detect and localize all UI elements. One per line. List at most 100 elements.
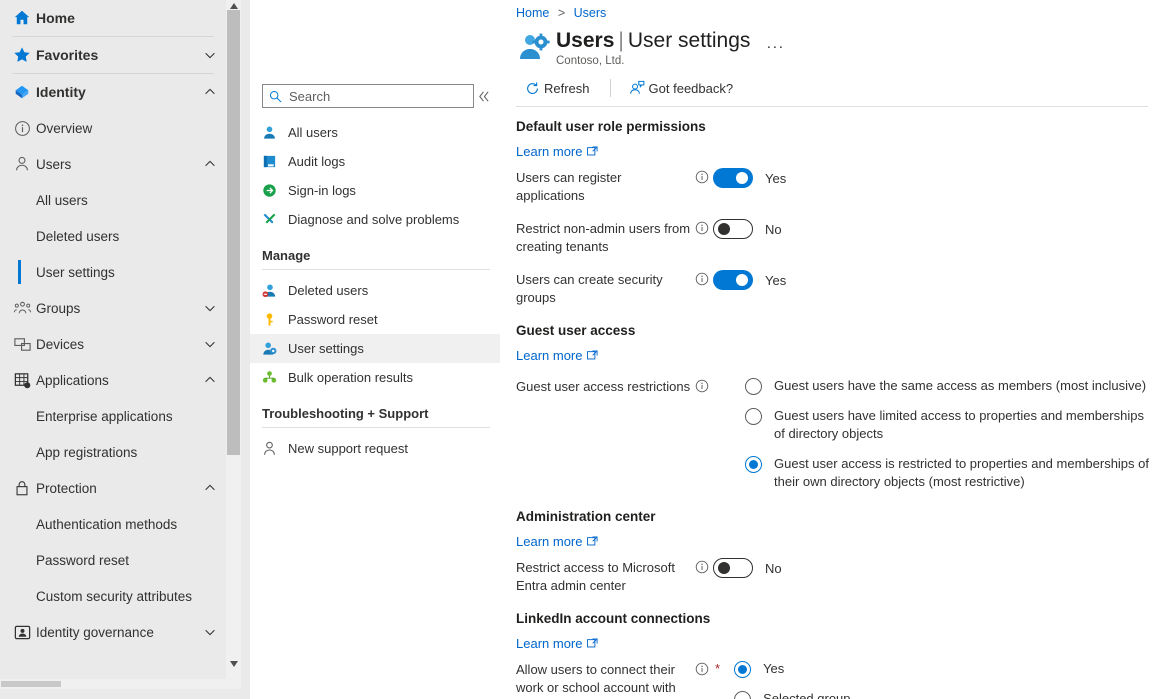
sidebar-item-label: Identity governance xyxy=(36,625,194,640)
sidebar-item-label: Overview xyxy=(36,121,226,136)
toggle-restrict-non-admin-users[interactable] xyxy=(713,219,753,239)
radio-button[interactable] xyxy=(745,408,762,425)
breadcrumb-home-link[interactable]: Home xyxy=(516,6,549,20)
snav-item-deleted-users[interactable]: Deleted users xyxy=(250,276,500,305)
sidebar-subitem-password-reset[interactable]: Password reset xyxy=(0,542,226,578)
learn-more-link-linkedin[interactable]: Learn more xyxy=(516,636,598,651)
sidebar-item-overview[interactable]: Overview xyxy=(0,110,226,146)
snav-item-label: New support request xyxy=(288,441,408,456)
sidebar-item-label: Enterprise applications xyxy=(36,409,173,424)
snav-group-title-manage: Manage xyxy=(250,234,500,267)
sidebar-subitem-all-users[interactable]: All users xyxy=(0,182,226,218)
scroll-down-arrow-icon[interactable] xyxy=(226,658,241,670)
radio-option-limited-access[interactable]: Guest users have limited access to prope… xyxy=(745,407,1158,443)
radio-button[interactable] xyxy=(734,661,751,678)
sidebar-subitem-custom-security-attributes[interactable]: Custom security attributes xyxy=(0,578,226,614)
sidebar-item-devices[interactable]: Devices xyxy=(0,326,226,362)
sidebar-item-favorites[interactable]: Favorites xyxy=(0,37,226,73)
sidebar-item-identity-governance[interactable]: Identity governance xyxy=(0,614,226,650)
key-icon xyxy=(262,312,288,327)
chevron-down-icon[interactable] xyxy=(194,301,226,315)
info-icon[interactable] xyxy=(691,377,713,393)
chevron-down-icon[interactable] xyxy=(194,48,226,62)
snav-item-diagnose-and-solve-problems[interactable]: Diagnose and solve problems xyxy=(250,205,500,234)
radio-option-most-restrictive[interactable]: Guest user access is restricted to prope… xyxy=(745,455,1158,491)
sidebar-vertical-scrollbar[interactable] xyxy=(226,0,241,689)
sidebar-subitem-authentication-methods[interactable]: Authentication methods xyxy=(0,506,226,542)
page-title-thin: User settings xyxy=(628,29,751,52)
chevron-down-icon[interactable] xyxy=(194,337,226,351)
sidebar-item-identity[interactable]: Identity xyxy=(0,74,226,110)
double-chevron-left-icon[interactable] xyxy=(474,90,492,103)
radio-button[interactable] xyxy=(745,456,762,473)
primary-sidebar: Home Favorites xyxy=(0,0,250,699)
audit-log-icon xyxy=(262,154,288,169)
toggle-restrict-access-to-entra-admin-center[interactable] xyxy=(713,558,753,578)
toggle-users-can-register-applications[interactable] xyxy=(713,168,753,188)
radio-option-linkedin-selected-group[interactable]: Selected group xyxy=(734,690,850,699)
radio-button[interactable] xyxy=(734,691,751,699)
search-box[interactable] xyxy=(262,84,474,108)
snav-item-password-reset[interactable]: Password reset xyxy=(250,305,500,334)
sidebar-subitem-app-registrations[interactable]: App registrations xyxy=(0,434,226,470)
info-icon[interactable] xyxy=(691,660,713,676)
sidebar-horizontal-scrollbar[interactable] xyxy=(0,679,226,689)
chevron-up-icon[interactable] xyxy=(194,481,226,495)
sidebar-vertical-scroll-thumb[interactable] xyxy=(227,10,240,455)
radio-button[interactable] xyxy=(745,378,762,395)
chevron-up-icon[interactable] xyxy=(194,85,226,99)
got-feedback-button[interactable]: Got feedback? xyxy=(621,74,744,102)
home-icon xyxy=(8,9,36,27)
radio-option-same-access-as-members[interactable]: Guest users have the same access as memb… xyxy=(745,377,1158,395)
snav-item-audit-logs[interactable]: Audit logs xyxy=(250,147,500,176)
sidebar-subitem-deleted-users[interactable]: Deleted users xyxy=(0,218,226,254)
snav-item-all-users[interactable]: All users xyxy=(250,118,500,147)
setting-row-restrict-access-to-entra-admin-center: Restrict access to Microsoft Entra admin… xyxy=(516,558,1158,595)
more-options-button[interactable]: ··· xyxy=(766,28,784,55)
sidebar-item-applications[interactable]: Applications xyxy=(0,362,226,398)
sidebar-item-home[interactable]: Home xyxy=(0,0,226,36)
setting-row-users-can-create-security-groups: Users can create security groups Yes xyxy=(516,270,1158,307)
snav-item-sign-in-logs[interactable]: Sign-in logs xyxy=(250,176,500,205)
snav-item-user-settings[interactable]: User settings xyxy=(250,334,500,363)
info-icon[interactable] xyxy=(691,168,713,184)
sidebar-item-label: Devices xyxy=(36,337,194,352)
external-link-icon xyxy=(587,638,598,649)
setting-label: Guest user access restrictions xyxy=(516,377,691,396)
learn-more-link-default-user-role[interactable]: Learn more xyxy=(516,144,598,159)
got-feedback-label: Got feedback? xyxy=(649,81,734,96)
chevron-down-icon[interactable] xyxy=(194,625,226,639)
sidebar-item-groups[interactable]: Groups xyxy=(0,290,226,326)
toggle-value: Yes xyxy=(765,273,786,288)
breadcrumb-separator: > xyxy=(558,6,565,20)
chevron-up-icon[interactable] xyxy=(194,157,226,171)
info-icon[interactable] xyxy=(691,219,713,235)
learn-more-link-administration-center[interactable]: Learn more xyxy=(516,534,598,549)
learn-more-link-guest-user-access[interactable]: Learn more xyxy=(516,348,598,363)
sidebar-subitem-enterprise-applications[interactable]: Enterprise applications xyxy=(0,398,226,434)
snav-item-new-support-request[interactable]: New support request xyxy=(250,434,500,463)
external-link-icon xyxy=(587,536,598,547)
toggle-users-can-create-security-groups[interactable] xyxy=(713,270,753,290)
required-asterisk: * xyxy=(715,660,720,676)
radio-label: Guest users have the same access as memb… xyxy=(774,377,1146,395)
info-icon[interactable] xyxy=(691,270,713,286)
setting-row-guest-user-access-restrictions: Guest user access restrictions Guest use… xyxy=(516,377,1158,491)
info-icon[interactable] xyxy=(691,558,713,574)
search-input[interactable] xyxy=(285,88,467,105)
setting-label: Users can register applications xyxy=(516,168,691,205)
sidebar-subitem-user-settings[interactable]: User settings xyxy=(0,254,226,290)
refresh-button[interactable]: Refresh xyxy=(516,74,600,102)
person-icon xyxy=(8,155,36,173)
sidebar-item-protection[interactable]: Protection xyxy=(0,470,226,506)
snav-item-bulk-operation-results[interactable]: Bulk operation results xyxy=(250,363,500,392)
sidebar-item-users[interactable]: Users xyxy=(0,146,226,182)
sidebar-horizontal-scroll-thumb[interactable] xyxy=(1,681,61,687)
radio-option-linkedin-yes[interactable]: Yes xyxy=(734,660,850,678)
snav-group-title-troubleshooting-support: Troubleshooting + Support xyxy=(250,392,500,425)
page-title-separator: | xyxy=(618,29,623,52)
users-settings-icon xyxy=(518,28,556,63)
learn-more-label: Learn more xyxy=(516,144,582,159)
breadcrumb-users-link[interactable]: Users xyxy=(574,6,607,20)
chevron-up-icon[interactable] xyxy=(194,373,226,387)
